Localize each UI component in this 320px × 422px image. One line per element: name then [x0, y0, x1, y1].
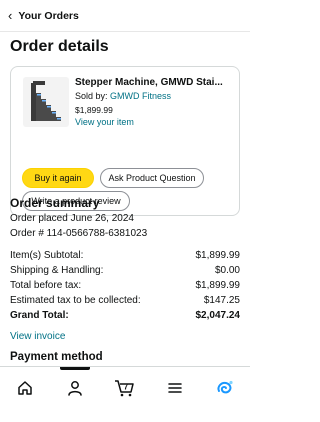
- item-price: $1,899.99: [75, 105, 113, 115]
- back-to-orders-link[interactable]: Your Orders: [18, 10, 79, 22]
- summary-row: Shipping & Handling: $0.00: [10, 265, 240, 276]
- grand-total-value: $2,047.24: [195, 310, 241, 321]
- summary-row-value: $1,899.99: [195, 250, 241, 261]
- nav-rufus[interactable]: [210, 373, 240, 403]
- order-item-card: Stepper Machine, GMWD Stai... Sold by: G…: [10, 66, 240, 216]
- order-summary-heading: Order summary: [10, 196, 100, 210]
- summary-row-value: $0.00: [214, 265, 240, 276]
- chevron-left-icon[interactable]: ‹: [8, 9, 12, 22]
- summary-row: Item(s) Subtotal: $1,899.99: [10, 250, 240, 261]
- summary-row-value: $147.25: [203, 295, 240, 306]
- top-bar: ‹ Your Orders: [0, 0, 250, 32]
- summary-row-label: Estimated tax to be collected:: [10, 295, 141, 306]
- buy-again-button[interactable]: Buy it again: [22, 168, 94, 188]
- view-item-link[interactable]: View your item: [75, 117, 134, 127]
- page-title: Order details: [10, 38, 109, 55]
- ask-product-question-button[interactable]: Ask Product Question: [100, 168, 204, 188]
- nav-profile[interactable]: [60, 373, 90, 403]
- home-icon: [18, 381, 32, 395]
- bottom-navigation: 7: [0, 366, 250, 422]
- payment-method-heading: Payment method: [10, 351, 103, 363]
- summary-row-label: Item(s) Subtotal:: [10, 250, 84, 261]
- nav-menu[interactable]: [160, 373, 190, 403]
- sold-by-label: Sold by:: [75, 91, 108, 101]
- summary-row: Total before tax: $1,899.99: [10, 280, 240, 291]
- view-invoice-link[interactable]: View invoice: [10, 331, 65, 342]
- product-title[interactable]: Stepper Machine, GMWD Stai...: [75, 77, 237, 88]
- sold-by: Sold by: GMWD Fitness: [75, 91, 171, 101]
- order-placed-date: Order placed June 26, 2024: [10, 213, 134, 224]
- summary-row-label: Shipping & Handling:: [10, 265, 104, 276]
- grand-total-label: Grand Total:: [10, 310, 69, 321]
- grand-total-row: Grand Total: $2,047.24: [10, 310, 240, 321]
- summary-row-label: Total before tax:: [10, 280, 82, 291]
- nav-cart[interactable]: 7: [110, 373, 140, 403]
- active-tab-indicator: [60, 367, 90, 370]
- profile-icon: [68, 381, 82, 396]
- cart-count: 7: [124, 383, 129, 392]
- cart-icon: 7: [115, 380, 134, 397]
- summary-row: Estimated tax to be collected: $147.25: [10, 295, 240, 306]
- seller-link[interactable]: GMWD Fitness: [110, 91, 171, 101]
- order-number: Order # 114-0566788-6381023: [10, 228, 148, 239]
- nav-home[interactable]: [10, 373, 40, 403]
- summary-row-value: $1,899.99: [195, 280, 241, 291]
- menu-icon: [168, 383, 182, 393]
- product-image[interactable]: [23, 77, 69, 127]
- rufus-icon: [217, 380, 233, 394]
- order-details-content[interactable]: Order details Stepper Machine, GMWD Stai…: [0, 32, 250, 366]
